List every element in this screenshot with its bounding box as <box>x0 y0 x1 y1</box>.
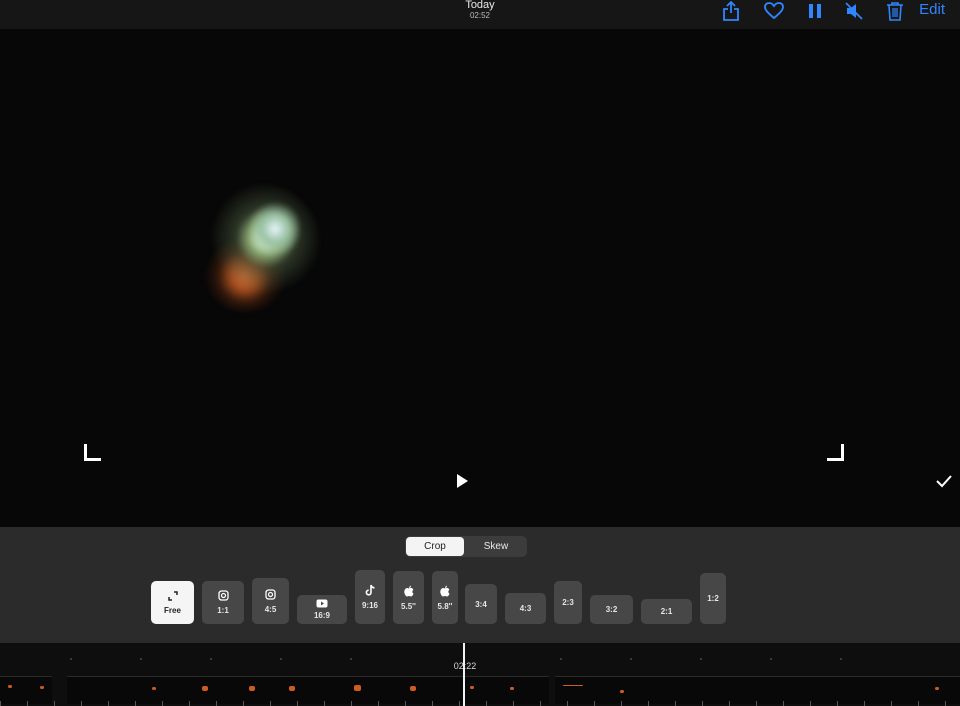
ratio-1-1-button[interactable]: 1:1 <box>202 581 244 624</box>
crop-panel: Crop Skew Free 1:1 4:5 16:9 9:16 5.5'' 5… <box>0 527 960 643</box>
timeline-marker <box>700 658 702 660</box>
ratio-label: 5.5'' <box>401 601 416 611</box>
ratio-16-9-button[interactable]: 16:9 <box>297 595 347 624</box>
frame-highlight <box>289 686 295 691</box>
top-bar: Today 02:52 Edit <box>0 0 960 29</box>
instagram-icon <box>265 588 276 602</box>
tiktok-icon <box>365 584 375 598</box>
timeline-marker <box>630 658 632 660</box>
page-title: Today <box>465 0 495 11</box>
ratio-label: 4:5 <box>264 604 277 614</box>
ratio-5-5-inch-button[interactable]: 5.5'' <box>393 571 424 624</box>
instagram-icon <box>217 590 229 603</box>
ratio-9-16-button[interactable]: 9:16 <box>355 570 385 624</box>
tab-crop[interactable]: Crop <box>406 537 464 556</box>
frame-highlight <box>152 687 156 690</box>
apple-icon <box>403 585 414 599</box>
frame-highlight <box>510 687 514 690</box>
ratio-5-8-inch-button[interactable]: 5.8'' <box>432 571 458 624</box>
ratio-label: 2:3 <box>562 598 574 607</box>
ratio-label: 9:16 <box>361 601 378 610</box>
youtube-icon <box>316 599 328 610</box>
ratio-label: Free <box>164 605 181 615</box>
frame-highlight <box>40 686 44 689</box>
crop-handle-bottom-right[interactable] <box>827 444 844 461</box>
ratio-label: 3:4 <box>475 599 487 609</box>
frame-highlight <box>202 686 208 691</box>
video-duration: 02:52 <box>469 11 491 20</box>
timeline-thumbnail-strip <box>67 676 549 704</box>
ratio-label: 1:1 <box>217 606 229 615</box>
ratio-free-button[interactable]: Free <box>151 581 194 624</box>
ratio-label: 4:3 <box>519 604 532 613</box>
mode-segmented-control: Crop Skew <box>405 536 527 557</box>
timeline-scrubber[interactable]: 02:22 <box>0 643 960 706</box>
frame-highlight <box>620 690 624 693</box>
checkmark-icon[interactable] <box>935 473 953 489</box>
ratio-4-3-button[interactable]: 4:3 <box>505 593 546 624</box>
timeline-marker <box>840 658 842 660</box>
timeline-marker <box>140 658 142 660</box>
mute-icon[interactable] <box>844 0 864 22</box>
tab-skew[interactable]: Skew <box>467 537 525 556</box>
timeline-marker <box>210 658 212 660</box>
frame-highlight <box>8 685 12 688</box>
ratio-1-2-button[interactable]: 1:2 <box>700 573 726 624</box>
frame-highlight <box>354 685 361 691</box>
edit-button[interactable]: Edit <box>919 1 945 18</box>
ratio-2-3-button[interactable]: 2:3 <box>554 581 582 624</box>
ratio-label: 1:2 <box>707 594 719 603</box>
trash-icon[interactable] <box>885 0 905 22</box>
ratio-label: 16:9 <box>313 611 330 620</box>
timeline-marker <box>350 658 352 660</box>
frame-highlight <box>563 685 583 686</box>
play-icon[interactable] <box>455 473 471 489</box>
frame-highlight <box>249 686 255 691</box>
video-preview[interactable] <box>0 29 960 527</box>
timeline-thumbnail-strip <box>555 676 960 704</box>
timeline-marker <box>70 658 72 660</box>
pause-icon[interactable] <box>807 0 823 22</box>
ratio-3-4-button[interactable]: 3:4 <box>465 584 497 624</box>
header-title-block: Today 02:52 <box>380 0 580 21</box>
playhead[interactable] <box>463 643 465 706</box>
ratio-label: 3:2 <box>605 605 618 614</box>
expand-icon <box>167 590 178 603</box>
ratio-label: 2:1 <box>660 607 673 616</box>
timeline-marker <box>280 658 282 660</box>
ratio-4-5-button[interactable]: 4:5 <box>252 578 289 624</box>
frame-highlight <box>470 686 474 689</box>
ratio-2-1-button[interactable]: 2:1 <box>641 599 692 624</box>
ratio-label: 5.8'' <box>437 601 453 611</box>
timeline-thumbnail-strip <box>0 676 52 704</box>
timeline-ticks <box>0 701 960 706</box>
timeline-marker <box>560 658 562 660</box>
heart-icon[interactable] <box>763 0 785 22</box>
current-time-label: 02:22 <box>453 661 477 671</box>
light-blob-white <box>250 199 300 259</box>
frame-highlight <box>410 686 416 691</box>
share-icon[interactable] <box>721 0 741 22</box>
timeline-marker <box>770 658 772 660</box>
frame-highlight <box>935 687 939 690</box>
ratio-3-2-button[interactable]: 3:2 <box>590 595 633 624</box>
crop-handle-bottom-left[interactable] <box>84 444 101 461</box>
apple-icon <box>440 585 450 599</box>
